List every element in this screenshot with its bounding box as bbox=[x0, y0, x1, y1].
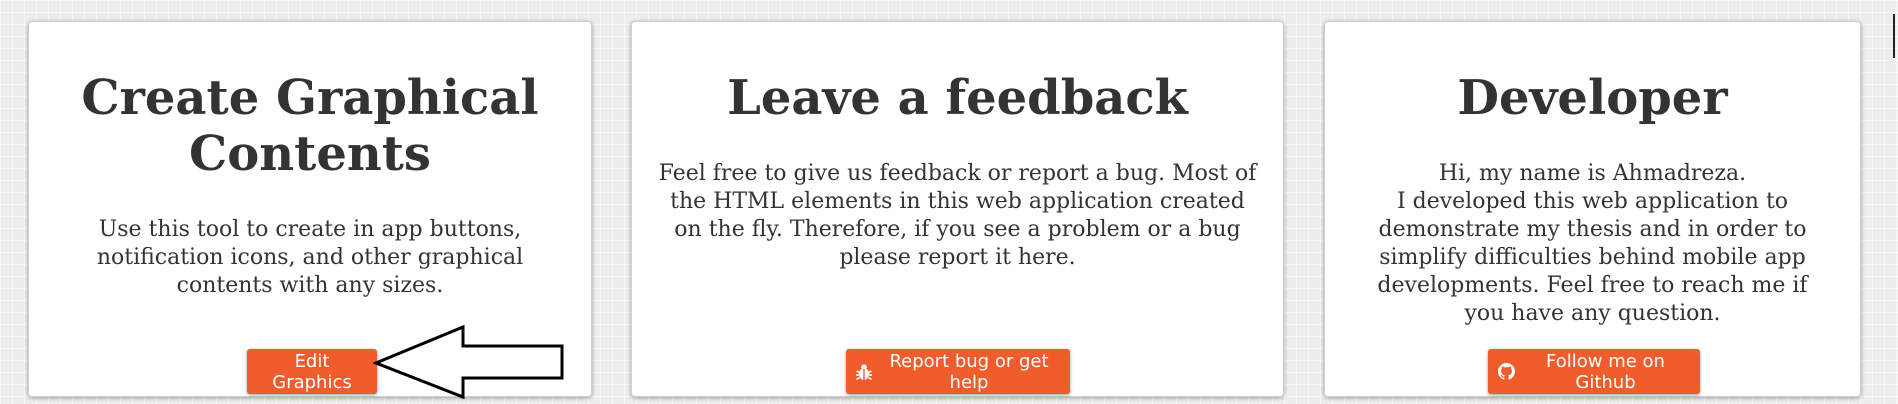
description-line: Hi, my name is Ahmadreza. bbox=[1438, 161, 1747, 186]
card-title: Leave a feedback bbox=[727, 70, 1188, 126]
github-icon bbox=[1498, 363, 1515, 380]
bug-icon bbox=[856, 363, 872, 381]
card-description: Feel free to give us feedback or report … bbox=[658, 161, 1257, 270]
edit-graphics-button[interactable]: Edit Graphics bbox=[247, 349, 377, 394]
scrollbar-indicator[interactable] bbox=[1893, 14, 1895, 58]
card-title: Developer bbox=[1457, 70, 1728, 126]
card-developer: Developer Hi, my name is Ahmadreza. I de… bbox=[1324, 21, 1861, 397]
card-description: Use this tool to create in app buttons, … bbox=[96, 217, 524, 298]
button-label: Edit Graphics bbox=[272, 350, 352, 393]
follow-github-button[interactable]: Follow me on Github bbox=[1488, 349, 1700, 394]
card-feedback: Leave a feedback Feel free to give us fe… bbox=[631, 21, 1284, 397]
arrow-left-icon bbox=[373, 324, 564, 400]
button-label: Report bug or get help bbox=[889, 350, 1049, 393]
button-label: Follow me on Github bbox=[1546, 350, 1665, 393]
report-bug-button[interactable]: Report bug or get help bbox=[846, 349, 1070, 394]
card-title: Create Graphical Contents bbox=[81, 70, 539, 182]
card-description: Hi, my name is Ahmadreza. I developed th… bbox=[1358, 160, 1828, 328]
description-line: I developed this web application to demo… bbox=[1377, 189, 1808, 326]
